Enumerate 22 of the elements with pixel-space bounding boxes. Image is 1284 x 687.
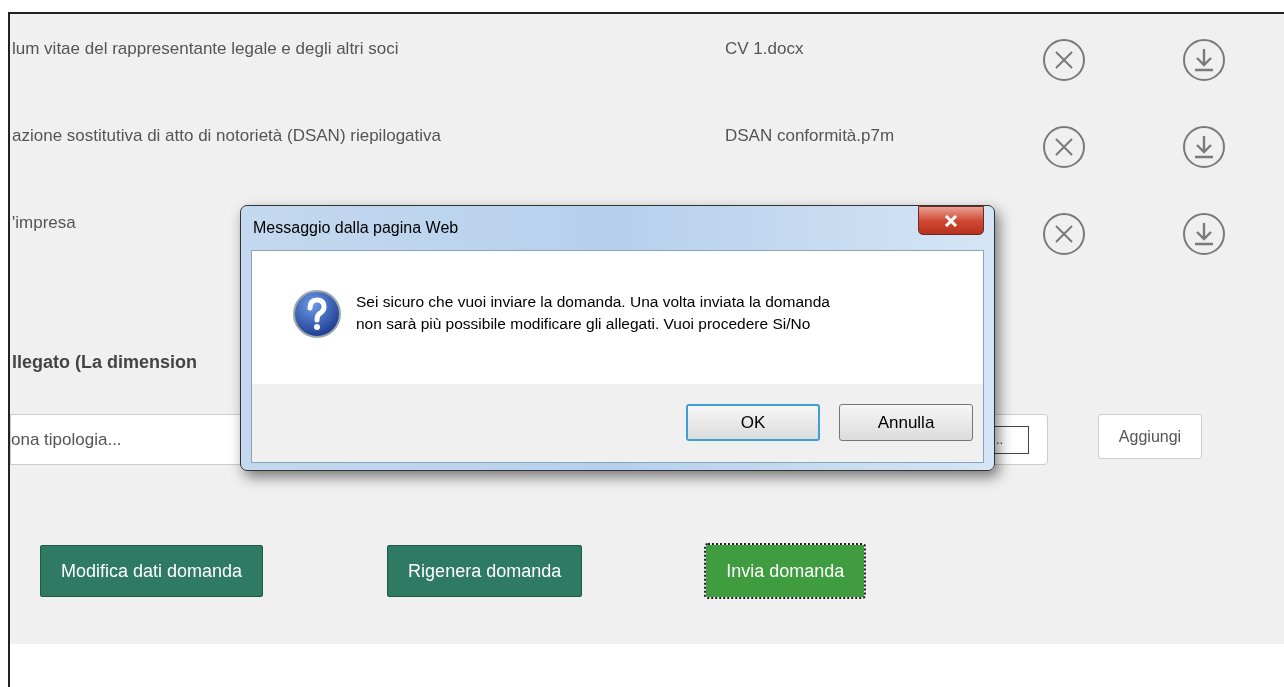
action-button[interactable]: Modifica dati domanda bbox=[40, 545, 264, 597]
remove-icon[interactable] bbox=[1042, 212, 1086, 256]
close-button[interactable] bbox=[918, 206, 984, 235]
dialog-message: Sei sicuro che vuoi inviare la domanda. Una volta inviata la domanda non sarà più possibile modificare gli allegati. Vuoi procedere Si/No bbox=[356, 292, 830, 334]
remove-icon[interactable] bbox=[1042, 125, 1086, 169]
add-button[interactable]: Aggiungi bbox=[1098, 414, 1202, 459]
dialog-button[interactable]: Annulla bbox=[839, 404, 973, 441]
close-icon bbox=[944, 214, 958, 227]
download-icon[interactable] bbox=[1182, 125, 1226, 169]
attachment-description: azione sostitutiva di atto di notorietà (DSAN) riepilogativa bbox=[12, 126, 441, 145]
dialog-button[interactable]: OK bbox=[686, 404, 820, 441]
download-icon[interactable] bbox=[1182, 38, 1226, 82]
action-button[interactable]: Rigenera domanda bbox=[387, 545, 583, 597]
question-icon bbox=[292, 289, 342, 339]
attachment-description: 'impresa bbox=[12, 213, 76, 232]
attachment-filename: CV 1.docx bbox=[725, 39, 804, 58]
attachment-description: lum vitae del rappresentante legale e degli altri soci bbox=[12, 39, 399, 58]
attachment-filename: DSAN conformità.p7m bbox=[725, 126, 895, 145]
remove-icon[interactable] bbox=[1042, 38, 1086, 82]
dialog-title: Messaggio dalla pagina Web bbox=[252, 218, 459, 238]
section-title: llegato (La dimension bbox=[11, 351, 198, 374]
download-icon[interactable] bbox=[1182, 212, 1226, 256]
